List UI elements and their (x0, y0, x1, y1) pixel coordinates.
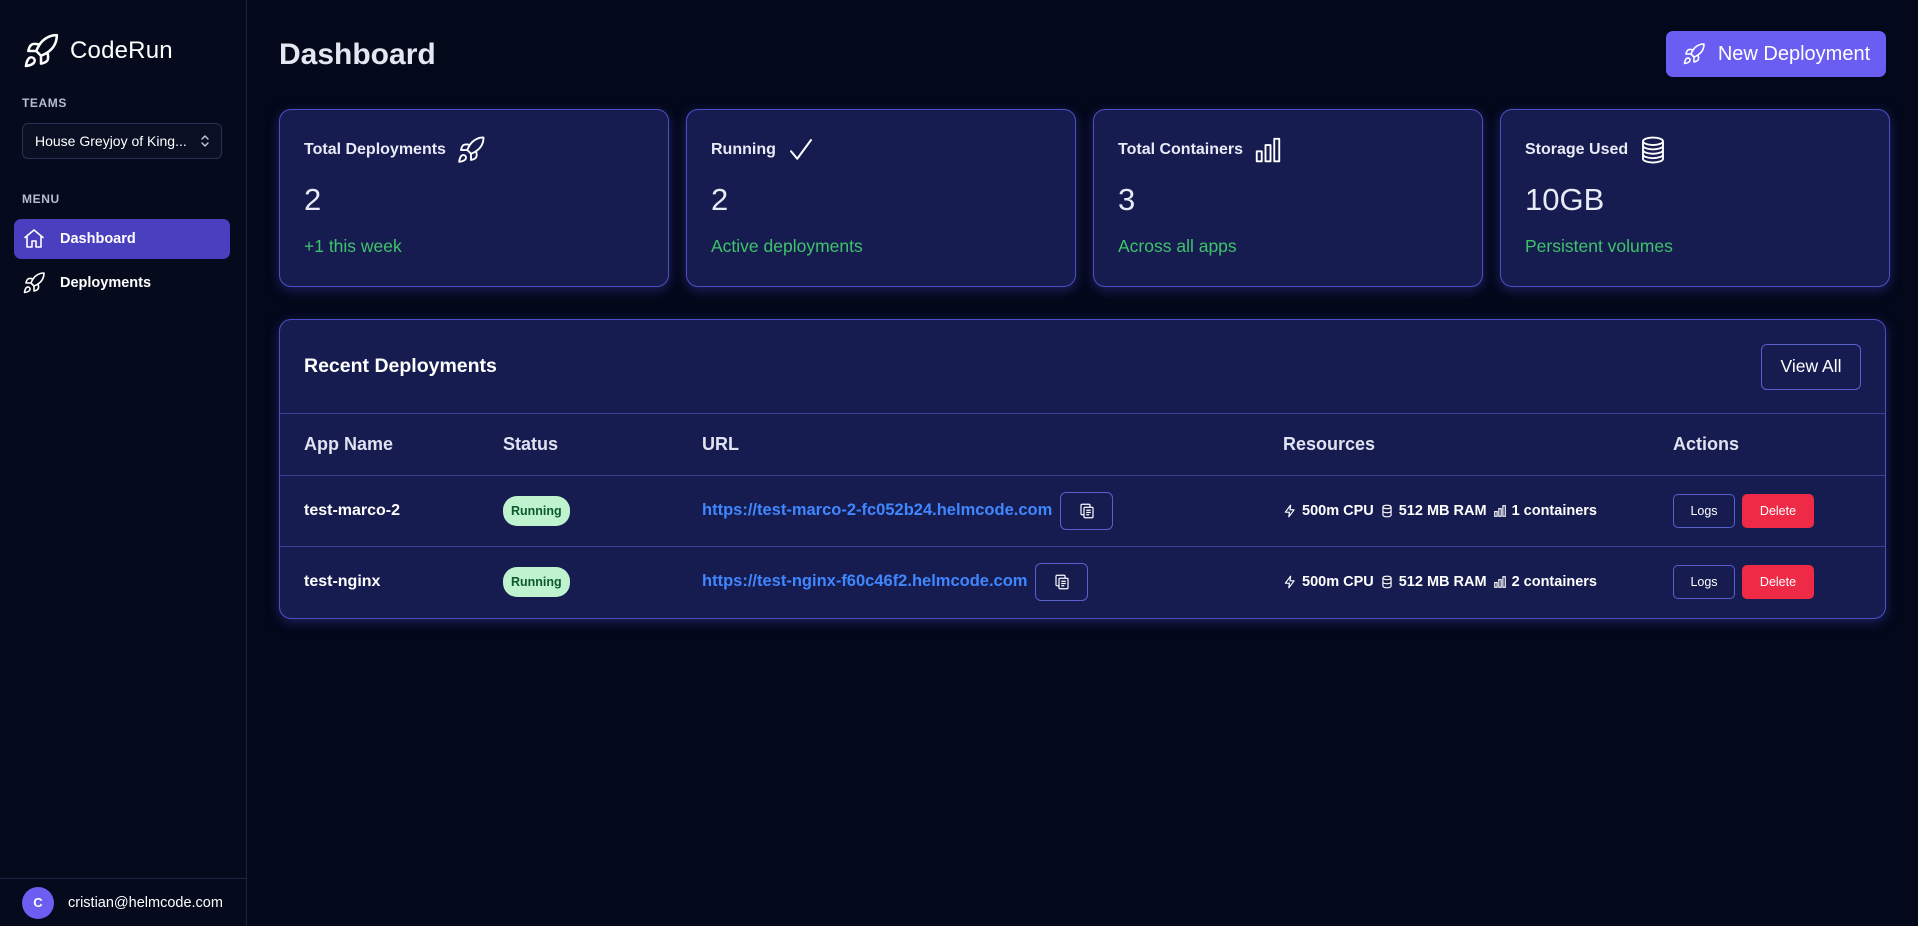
rocket-logo-icon (24, 33, 59, 68)
stat-card-total-containers: Total Containers 3 Across all apps (1093, 109, 1483, 287)
sidebar-item-label: Deployments (60, 275, 152, 291)
copy-icon (1080, 503, 1094, 518)
containers-value: 1 containers (1511, 502, 1597, 519)
bar-chart-icon (1493, 575, 1506, 588)
user-email: cristian@helmcode.com (68, 894, 223, 911)
bar-chart-icon (1255, 137, 1281, 163)
stat-label: Total Containers (1118, 141, 1244, 158)
recent-deployments-card: Recent Deployments View All App Name Sta… (279, 319, 1886, 619)
cpu-value: 500m CPU (1302, 502, 1374, 519)
resources-cell: 500m CPU 512 MB RAM 1 containers (1259, 475, 1649, 547)
new-deployment-label: New Deployment (1717, 42, 1871, 65)
resources-cell: 500m CPU 512 MB RAM 2 containers (1259, 546, 1649, 617)
url-cell: https://test-marco-2-fc052b24.helmcode.c… (678, 475, 1259, 547)
sidebar-item-label: Dashboard (60, 231, 136, 247)
status-badge: Running (503, 566, 570, 597)
ram-value: 512 MB RAM (1398, 573, 1487, 590)
ram-value: 512 MB RAM (1398, 502, 1487, 519)
status-cell: Running (479, 546, 678, 617)
stat-label: Running (711, 141, 776, 158)
stat-subtext: Active deployments (711, 236, 863, 256)
avatar: C (22, 886, 54, 919)
actions-cell: Logs Delete (1649, 475, 1885, 547)
user-profile[interactable]: C cristian@helmcode.com (0, 878, 247, 926)
containers-value: 2 containers (1511, 573, 1597, 590)
column-header-resources: Resources (1259, 414, 1649, 476)
column-header-app-name: App Name (280, 414, 479, 476)
brand[interactable]: CodeRun (22, 32, 173, 70)
main-content: Dashboard New Deployment Total Deploymen… (247, 0, 1918, 926)
deployments-table: App Name Status URL Resources Actions te… (280, 414, 1885, 617)
database-icon (1382, 575, 1392, 589)
table-row: test-marco-2 Running https://test-marco-… (280, 475, 1885, 547)
stat-value: 2 (304, 182, 322, 217)
sidebar: CodeRun TEAMS House Greyjoy of King... M… (0, 0, 247, 926)
status-cell: Running (479, 475, 678, 547)
actions-cell: Logs Delete (1649, 546, 1885, 617)
deployment-url-link[interactable]: https://test-nginx-f60c46f2.helmcode.com (702, 572, 1027, 591)
check-icon (789, 139, 812, 160)
stats-row: Total Deployments 2 +1 this week Running (279, 109, 1890, 287)
chevron-up-down-icon (201, 135, 209, 147)
copy-icon (1055, 574, 1069, 590)
bar-chart-icon (1493, 504, 1506, 517)
stat-subtext: Persistent volumes (1525, 236, 1673, 256)
table-header-row: App Name Status URL Resources Actions (280, 414, 1885, 476)
stat-card-running: Running 2 Active deployments (686, 109, 1076, 287)
column-header-actions: Actions (1649, 414, 1885, 476)
stat-value: 3 (1118, 182, 1136, 217)
stat-subtext: Across all apps (1118, 236, 1237, 256)
copy-url-button[interactable] (1035, 562, 1089, 601)
stat-label: Total Deployments (304, 141, 446, 158)
rocket-icon (23, 272, 45, 294)
sidebar-item-dashboard[interactable]: Dashboard (14, 219, 230, 259)
lightning-icon (1284, 575, 1295, 589)
logs-button[interactable]: Logs (1673, 493, 1735, 528)
cpu-value: 500m CPU (1302, 573, 1374, 590)
stat-card-total-deployments: Total Deployments 2 +1 this week (279, 109, 669, 287)
stat-value: 10GB (1525, 182, 1605, 217)
app-name-cell: test-nginx (304, 572, 381, 590)
stat-value: 2 (711, 182, 729, 217)
rocket-icon (1683, 43, 1705, 65)
stat-label: Storage Used (1525, 141, 1629, 158)
new-deployment-button[interactable]: New Deployment (1666, 31, 1886, 77)
copy-url-button[interactable] (1060, 491, 1114, 530)
column-header-url: URL (678, 414, 1259, 476)
logs-button[interactable]: Logs (1673, 564, 1735, 599)
status-badge: Running (503, 495, 570, 526)
stat-subtext: +1 this week (304, 236, 402, 256)
deployment-url-link[interactable]: https://test-marco-2-fc052b24.helmcode.c… (702, 501, 1052, 520)
app-root: CodeRun TEAMS House Greyjoy of King... M… (0, 0, 1918, 926)
delete-button[interactable]: Delete (1742, 564, 1814, 599)
table-row: test-nginx Running https://test-nginx-f6… (280, 546, 1885, 617)
menu-label: MENU (22, 192, 60, 206)
home-icon (24, 229, 44, 248)
column-header-status: Status (479, 414, 678, 476)
database-icon (1382, 504, 1392, 517)
teams-label: TEAMS (22, 96, 67, 110)
delete-button[interactable]: Delete (1742, 493, 1814, 528)
recent-deployments-header: Recent Deployments View All (280, 320, 1885, 414)
recent-deployments-title: Recent Deployments (304, 355, 497, 377)
lightning-icon (1284, 504, 1295, 517)
team-select[interactable]: House Greyjoy of King... (22, 123, 222, 159)
brand-name: CodeRun (70, 37, 173, 64)
view-all-button[interactable]: View All (1761, 343, 1861, 390)
url-cell: https://test-nginx-f60c46f2.helmcode.com (678, 546, 1259, 617)
sidebar-item-deployments[interactable]: Deployments (14, 263, 230, 303)
database-icon (1642, 136, 1665, 164)
page-title: Dashboard (279, 38, 436, 71)
stat-card-storage-used: Storage Used 10GB Persistent volumes (1500, 109, 1890, 287)
team-select-value: House Greyjoy of King... (35, 133, 187, 149)
rocket-icon (458, 136, 485, 163)
app-name-cell: test-marco-2 (280, 475, 479, 547)
